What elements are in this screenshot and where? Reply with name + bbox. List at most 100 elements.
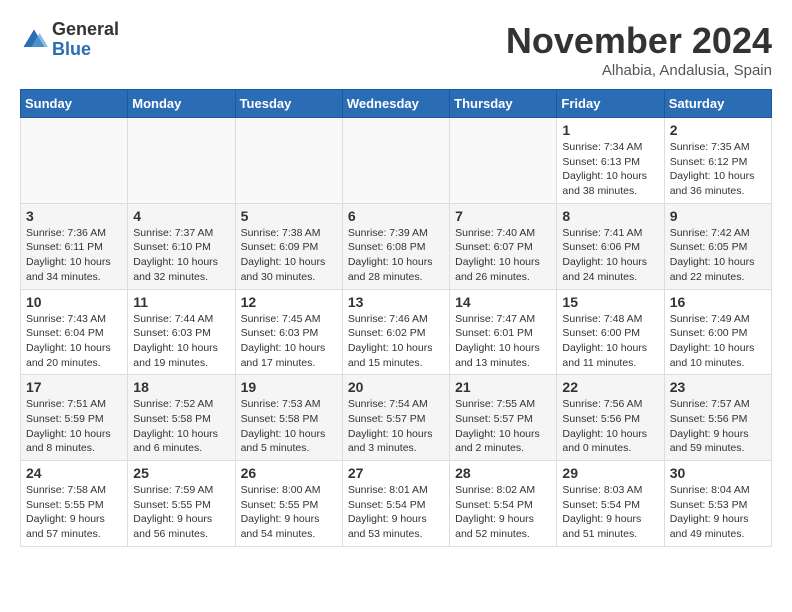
day-info: Sunrise: 7:58 AMSunset: 5:55 PMDaylight:…	[26, 483, 122, 542]
day-info: Sunrise: 7:51 AMSunset: 5:59 PMDaylight:…	[26, 397, 122, 456]
day-cell: 30 Sunrise: 8:04 AMSunset: 5:53 PMDayligh…	[664, 461, 771, 547]
day-cell	[128, 118, 235, 204]
day-cell: 2 Sunrise: 7:35 AMSunset: 6:12 PMDaylight…	[664, 118, 771, 204]
day-info: Sunrise: 7:34 AMSunset: 6:13 PMDaylight:…	[562, 140, 658, 199]
day-cell: 28 Sunrise: 8:02 AMSunset: 5:54 PMDayligh…	[450, 461, 557, 547]
header-friday: Friday	[557, 90, 664, 118]
day-cell: 7 Sunrise: 7:40 AMSunset: 6:07 PMDaylight…	[450, 203, 557, 289]
day-cell: 29Sunrise: 8:03 AMSunset: 5:54 PMDayligh…	[557, 461, 664, 547]
day-number: 22	[562, 379, 658, 395]
week-row-5: 24 Sunrise: 7:58 AMSunset: 5:55 PMDayligh…	[21, 461, 772, 547]
day-number: 16	[670, 294, 766, 310]
day-number: 12	[241, 294, 337, 310]
week-row-3: 10 Sunrise: 7:43 AMSunset: 6:04 PMDayligh…	[21, 289, 772, 375]
day-number: 10	[26, 294, 122, 310]
day-number: 21	[455, 379, 551, 395]
day-info: Sunrise: 7:40 AMSunset: 6:07 PMDaylight:…	[455, 226, 551, 285]
day-number: 8	[562, 208, 658, 224]
header-tuesday: Tuesday	[235, 90, 342, 118]
day-number: 30	[670, 465, 766, 481]
day-number: 9	[670, 208, 766, 224]
day-info: Sunrise: 7:36 AMSunset: 6:11 PMDaylight:…	[26, 226, 122, 285]
day-cell: 1Sunrise: 7:34 AMSunset: 6:13 PMDaylight…	[557, 118, 664, 204]
day-cell: 14 Sunrise: 7:47 AMSunset: 6:01 PMDayligh…	[450, 289, 557, 375]
day-number: 27	[348, 465, 444, 481]
day-cell: 10 Sunrise: 7:43 AMSunset: 6:04 PMDayligh…	[21, 289, 128, 375]
day-number: 19	[241, 379, 337, 395]
day-info: Sunrise: 7:43 AMSunset: 6:04 PMDaylight:…	[26, 312, 122, 371]
week-row-1: 1Sunrise: 7:34 AMSunset: 6:13 PMDaylight…	[21, 118, 772, 204]
header-sunday: Sunday	[21, 90, 128, 118]
day-info: Sunrise: 7:38 AMSunset: 6:09 PMDaylight:…	[241, 226, 337, 285]
day-info: Sunrise: 7:35 AMSunset: 6:12 PMDaylight:…	[670, 140, 766, 199]
day-info: Sunrise: 8:02 AMSunset: 5:54 PMDaylight:…	[455, 483, 551, 542]
day-info: Sunrise: 7:42 AMSunset: 6:05 PMDaylight:…	[670, 226, 766, 285]
day-cell: 8 Sunrise: 7:41 AMSunset: 6:06 PMDaylight…	[557, 203, 664, 289]
header-saturday: Saturday	[664, 90, 771, 118]
day-cell	[235, 118, 342, 204]
day-cell: 11Sunrise: 7:44 AMSunset: 6:03 PMDayligh…	[128, 289, 235, 375]
day-cell: 25 Sunrise: 7:59 AMSunset: 5:55 PMDayligh…	[128, 461, 235, 547]
day-cell: 22Sunrise: 7:56 AMSunset: 5:56 PMDayligh…	[557, 375, 664, 461]
day-info: Sunrise: 7:48 AMSunset: 6:00 PMDaylight:…	[562, 312, 658, 371]
day-cell	[21, 118, 128, 204]
day-info: Sunrise: 8:04 AMSunset: 5:53 PMDaylight:…	[670, 483, 766, 542]
day-number: 25	[133, 465, 229, 481]
day-number: 29	[562, 465, 658, 481]
day-info: Sunrise: 7:54 AMSunset: 5:57 PMDaylight:…	[348, 397, 444, 456]
day-cell: 9 Sunrise: 7:42 AMSunset: 6:05 PMDaylight…	[664, 203, 771, 289]
calendar-table: SundayMondayTuesdayWednesdayThursdayFrid…	[20, 89, 772, 547]
day-info: Sunrise: 8:00 AMSunset: 5:55 PMDaylight:…	[241, 483, 337, 542]
day-number: 2	[670, 122, 766, 138]
header-monday: Monday	[128, 90, 235, 118]
day-cell: 17 Sunrise: 7:51 AMSunset: 5:59 PMDayligh…	[21, 375, 128, 461]
logo-icon	[20, 26, 48, 54]
day-number: 23	[670, 379, 766, 395]
day-cell: 5 Sunrise: 7:38 AMSunset: 6:09 PMDaylight…	[235, 203, 342, 289]
day-cell: 27 Sunrise: 8:01 AMSunset: 5:54 PMDayligh…	[342, 461, 449, 547]
day-number: 5	[241, 208, 337, 224]
day-info: Sunrise: 7:55 AMSunset: 5:57 PMDaylight:…	[455, 397, 551, 456]
location: Alhabia, Andalusia, Spain	[506, 62, 772, 79]
day-info: Sunrise: 7:49 AMSunset: 6:00 PMDaylight:…	[670, 312, 766, 371]
day-cell	[450, 118, 557, 204]
header-thursday: Thursday	[450, 90, 557, 118]
day-info: Sunrise: 7:39 AMSunset: 6:08 PMDaylight:…	[348, 226, 444, 285]
day-cell: 21 Sunrise: 7:55 AMSunset: 5:57 PMDayligh…	[450, 375, 557, 461]
day-info: Sunrise: 7:41 AMSunset: 6:06 PMDaylight:…	[562, 226, 658, 285]
day-number: 4	[133, 208, 229, 224]
day-cell: 19Sunrise: 7:53 AMSunset: 5:58 PMDayligh…	[235, 375, 342, 461]
day-cell: 15Sunrise: 7:48 AMSunset: 6:00 PMDayligh…	[557, 289, 664, 375]
day-number: 17	[26, 379, 122, 395]
day-info: Sunrise: 8:01 AMSunset: 5:54 PMDaylight:…	[348, 483, 444, 542]
week-row-2: 3 Sunrise: 7:36 AMSunset: 6:11 PMDaylight…	[21, 203, 772, 289]
day-info: Sunrise: 7:37 AMSunset: 6:10 PMDaylight:…	[133, 226, 229, 285]
day-number: 18	[133, 379, 229, 395]
day-number: 11	[133, 294, 229, 310]
logo-blue-text: Blue	[52, 40, 119, 60]
day-info: Sunrise: 7:52 AMSunset: 5:58 PMDaylight:…	[133, 397, 229, 456]
day-cell: 4 Sunrise: 7:37 AMSunset: 6:10 PMDaylight…	[128, 203, 235, 289]
day-number: 6	[348, 208, 444, 224]
day-number: 20	[348, 379, 444, 395]
day-number: 7	[455, 208, 551, 224]
day-number: 24	[26, 465, 122, 481]
day-cell: 3 Sunrise: 7:36 AMSunset: 6:11 PMDaylight…	[21, 203, 128, 289]
day-cell: 24 Sunrise: 7:58 AMSunset: 5:55 PMDayligh…	[21, 461, 128, 547]
month-title: November 2024	[506, 20, 772, 62]
day-info: Sunrise: 7:46 AMSunset: 6:02 PMDaylight:…	[348, 312, 444, 371]
day-cell: 13 Sunrise: 7:46 AMSunset: 6:02 PMDayligh…	[342, 289, 449, 375]
day-number: 14	[455, 294, 551, 310]
day-info: Sunrise: 7:47 AMSunset: 6:01 PMDaylight:…	[455, 312, 551, 371]
week-row-4: 17 Sunrise: 7:51 AMSunset: 5:59 PMDayligh…	[21, 375, 772, 461]
day-cell: 16 Sunrise: 7:49 AMSunset: 6:00 PMDayligh…	[664, 289, 771, 375]
day-number: 13	[348, 294, 444, 310]
day-info: Sunrise: 7:59 AMSunset: 5:55 PMDaylight:…	[133, 483, 229, 542]
day-info: Sunrise: 7:45 AMSunset: 6:03 PMDaylight:…	[241, 312, 337, 371]
day-cell: 6 Sunrise: 7:39 AMSunset: 6:08 PMDaylight…	[342, 203, 449, 289]
day-cell: 26Sunrise: 8:00 AMSunset: 5:55 PMDayligh…	[235, 461, 342, 547]
day-number: 3	[26, 208, 122, 224]
day-cell: 12 Sunrise: 7:45 AMSunset: 6:03 PMDayligh…	[235, 289, 342, 375]
day-number: 28	[455, 465, 551, 481]
day-cell: 23Sunrise: 7:57 AMSunset: 5:56 PMDayligh…	[664, 375, 771, 461]
